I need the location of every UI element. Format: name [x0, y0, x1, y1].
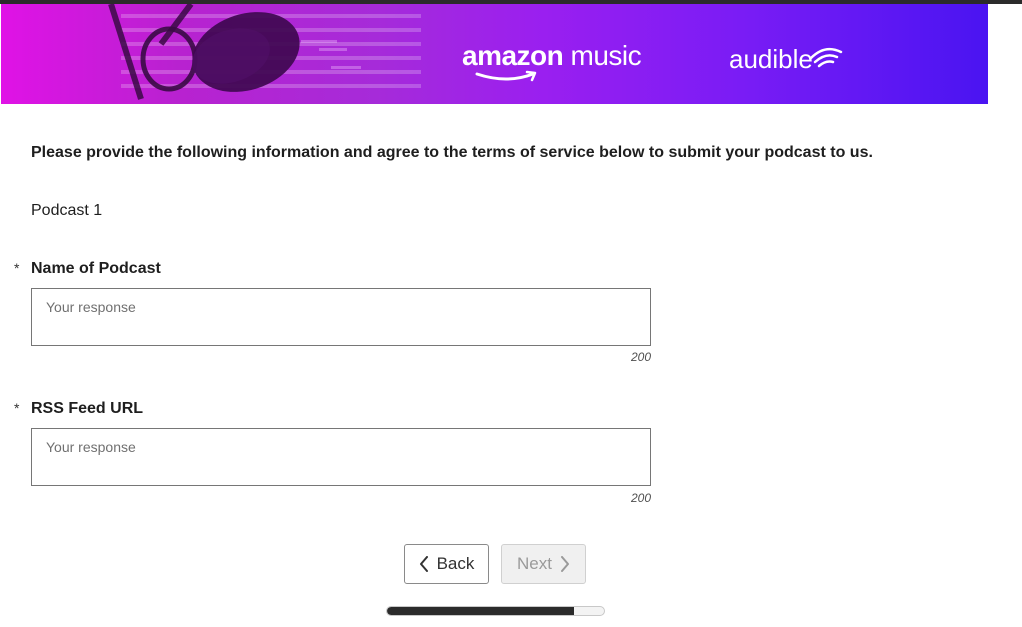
- progress-bar: [386, 606, 605, 616]
- required-marker: *: [14, 400, 20, 416]
- question-label-rss-feed-url: RSS Feed URL: [31, 400, 144, 417]
- rss-feed-url-input[interactable]: [31, 428, 651, 486]
- question-label-podcast-name: Name of Podcast: [31, 260, 161, 277]
- section-title: Podcast 1: [31, 202, 103, 219]
- amazon-smile-icon: [475, 70, 537, 82]
- char-limit: 200: [630, 350, 651, 364]
- next-button-label: Next: [517, 554, 552, 573]
- back-button-label: Back: [436, 554, 475, 573]
- brand-banner: amazon music audible: [1, 4, 988, 104]
- next-button[interactable]: Next: [501, 544, 586, 584]
- progress-bar-fill: [387, 607, 574, 615]
- amazon-music-logo: amazon music: [462, 40, 642, 71]
- audible-logo: audible: [729, 44, 813, 74]
- char-limit: 200: [630, 491, 651, 505]
- podcast-name-input[interactable]: [31, 288, 651, 346]
- back-button[interactable]: Back: [404, 544, 489, 584]
- audible-waves-icon: [809, 47, 843, 68]
- chevron-left-icon: [419, 556, 428, 572]
- form-intro-text: Please provide the following information…: [31, 144, 873, 161]
- chevron-right-icon: [560, 556, 569, 572]
- required-marker: *: [14, 260, 20, 276]
